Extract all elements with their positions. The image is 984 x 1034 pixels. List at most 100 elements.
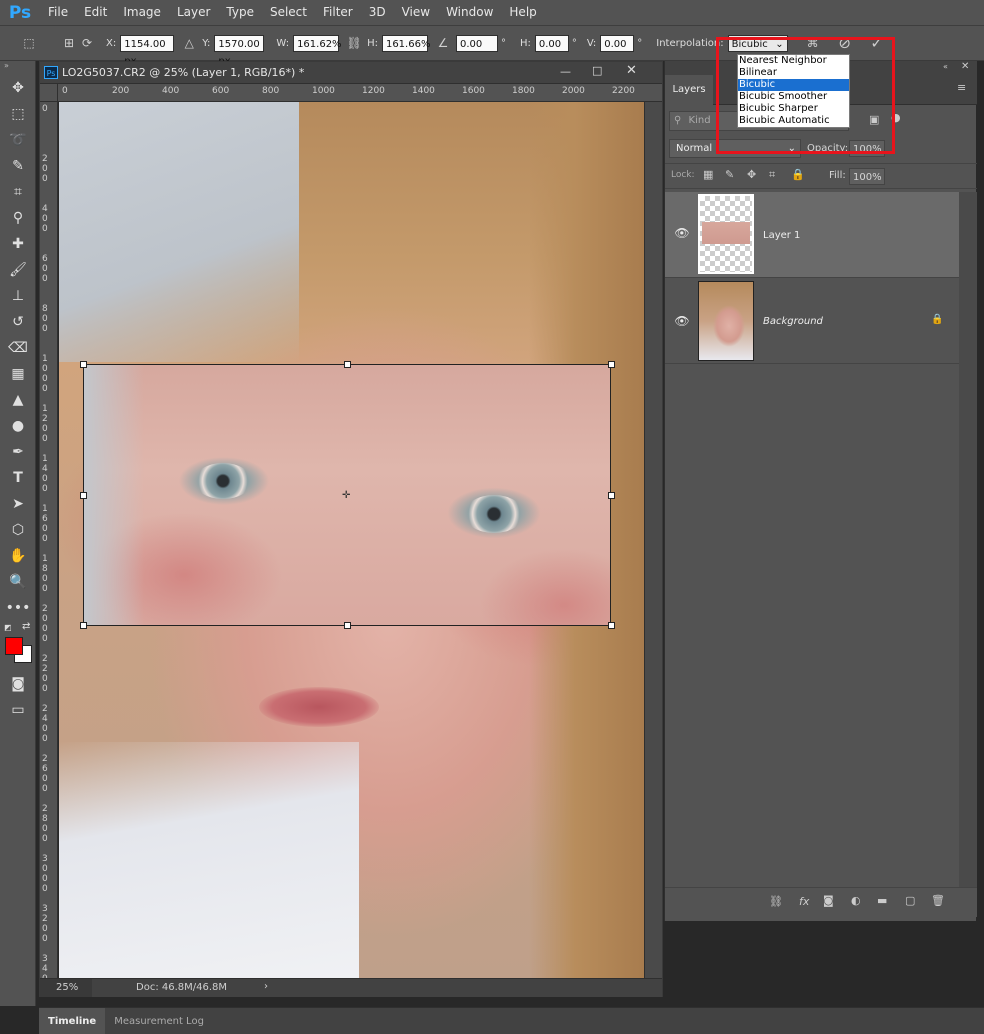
menu-layer[interactable]: Layer xyxy=(169,0,218,25)
w-input[interactable]: 161.62% xyxy=(293,34,342,52)
menu-select[interactable]: Select xyxy=(262,0,315,25)
screen-mode-icon[interactable]: ▭ xyxy=(0,697,36,723)
interp-option-bicubic-smoother[interactable]: Bicubic Smoother xyxy=(738,91,849,103)
brush-tool-icon[interactable]: 🖌 xyxy=(0,257,36,283)
history-brush-tool-icon[interactable]: ↺ xyxy=(0,309,36,335)
hand-tool-icon[interactable]: ✋ xyxy=(0,543,36,569)
pen-tool-icon[interactable]: ✒ xyxy=(0,439,36,465)
transform-handle-top-left[interactable] xyxy=(80,361,87,368)
y-input[interactable]: 1570.00 px xyxy=(214,34,265,67)
lock-icon[interactable]: 🔒 xyxy=(931,314,943,325)
transform-center-icon[interactable]: ✛ xyxy=(342,490,350,501)
tab-measurement-log[interactable]: Measurement Log xyxy=(105,1008,213,1034)
hskew-input[interactable]: 0.00 xyxy=(534,34,569,52)
toolbar-collapse-icon[interactable]: » xyxy=(0,61,35,75)
interpolation-select[interactable]: Bicubic ⌄ xyxy=(727,34,788,52)
visibility-eye-icon[interactable]: 👁 xyxy=(673,314,691,328)
commit-transform-icon[interactable]: ✓ xyxy=(868,34,886,52)
angle-input[interactable]: 0.00 xyxy=(455,34,498,52)
panel-close-icon[interactable]: ✕ xyxy=(961,61,969,72)
image-canvas[interactable]: ✛ xyxy=(59,102,644,978)
menu-filter[interactable]: Filter xyxy=(315,0,361,25)
close-icon[interactable]: ✕ xyxy=(626,63,637,78)
interp-option-nearest-neighbor[interactable]: Nearest Neighbor xyxy=(738,55,849,67)
vskew-input[interactable]: 0.00 xyxy=(600,34,635,52)
gradient-tool-icon[interactable]: ▦ xyxy=(0,361,36,387)
quick-mask-icon[interactable]: ◙ xyxy=(0,671,36,697)
document-tab[interactable]: Ps LO2G5037.CR2 @ 25% (Layer 1, RGB/16*)… xyxy=(40,62,662,84)
blur-tool-icon[interactable]: ▲ xyxy=(0,387,36,413)
crop-tool-icon[interactable]: ⌗ xyxy=(0,179,36,205)
maximize-icon[interactable]: □ xyxy=(592,64,602,77)
panel-scrollbar[interactable] xyxy=(959,192,977,887)
visibility-eye-icon[interactable]: 👁 xyxy=(673,226,691,240)
clone-stamp-tool-icon[interactable]: ⊥ xyxy=(0,283,36,309)
lock-transparency-icon[interactable]: ▦ xyxy=(703,168,713,181)
reference-toggle-icon[interactable]: ⟳ xyxy=(78,36,96,50)
ruler-vertical[interactable]: 0 2 0 0 4 0 0 6 0 0 8 0 0 1 0 0 0 1 2 0 0 1 4 0… xyxy=(40,102,58,994)
menu-view[interactable]: View xyxy=(394,0,438,25)
transform-handle-middle-right[interactable] xyxy=(608,492,615,499)
x-input[interactable]: 1154.00 px xyxy=(120,34,175,67)
interp-option-bicubic-sharper[interactable]: Bicubic Sharper xyxy=(738,103,849,115)
link-proportions-icon[interactable]: ⛓ xyxy=(345,36,363,50)
panel-menu-icon[interactable]: ≡ xyxy=(957,81,966,94)
eyedropper-tool-icon[interactable]: ⚲ xyxy=(0,205,36,231)
filter-smart-object-icon[interactable]: ▣ xyxy=(869,113,879,126)
lasso-tool-icon[interactable]: ➰ xyxy=(0,127,36,153)
ruler-origin[interactable] xyxy=(40,84,58,102)
lock-pixels-icon[interactable]: ✎ xyxy=(725,168,734,181)
move-tool-icon[interactable]: ✥ xyxy=(0,75,36,101)
zoom-level[interactable]: 25% xyxy=(40,979,92,997)
h-input[interactable]: 161.66% xyxy=(381,34,430,52)
default-colors-icon[interactable]: ◩ xyxy=(4,623,12,632)
marquee-tool-icon[interactable]: ⬚ xyxy=(0,101,36,127)
type-tool-icon[interactable]: T xyxy=(0,465,36,491)
blend-mode-select[interactable]: Normal ⌄ xyxy=(669,139,801,158)
menu-edit[interactable]: Edit xyxy=(76,0,115,25)
lock-artboard-icon[interactable]: ⌗ xyxy=(769,168,775,182)
cancel-transform-icon[interactable]: ⊘ xyxy=(836,34,854,52)
menu-image[interactable]: Image xyxy=(115,0,169,25)
delete-layer-icon[interactable]: 🗑 xyxy=(931,894,945,907)
transform-handle-top-middle[interactable] xyxy=(344,361,351,368)
layer-row-background[interactable]: 👁 Background 🔒 xyxy=(665,278,959,364)
new-layer-icon[interactable]: ▢ xyxy=(905,894,915,907)
transformed-layer-1[interactable]: ✛ xyxy=(83,364,611,626)
transform-handle-top-right[interactable] xyxy=(608,361,615,368)
menu-window[interactable]: Window xyxy=(438,0,501,25)
foreground-color-swatch[interactable] xyxy=(5,637,23,655)
link-layers-icon[interactable]: ⛓ xyxy=(769,895,783,908)
new-group-icon[interactable]: ▬ xyxy=(877,894,887,907)
vertical-scrollbar[interactable] xyxy=(644,102,662,978)
filter-toggle-icon[interactable]: ● xyxy=(891,111,901,124)
eraser-tool-icon[interactable]: ⌫ xyxy=(0,335,36,361)
status-menu-arrow-icon[interactable]: › xyxy=(264,981,268,992)
adjustment-layer-icon[interactable]: ◐ xyxy=(851,894,861,907)
healing-brush-tool-icon[interactable]: ✚ xyxy=(0,231,36,257)
reference-point-icon[interactable]: ⊞ xyxy=(60,36,78,50)
more-tools-icon[interactable]: ••• xyxy=(0,595,36,621)
menu-help[interactable]: Help xyxy=(501,0,544,25)
transform-handle-bottom-left[interactable] xyxy=(80,622,87,629)
transform-handle-middle-left[interactable] xyxy=(80,492,87,499)
lock-position-icon[interactable]: ✥ xyxy=(747,168,756,181)
layer-name[interactable]: Layer 1 xyxy=(763,230,800,241)
dodge-tool-icon[interactable]: ● xyxy=(0,413,36,439)
zoom-tool-icon[interactable]: 🔍 xyxy=(0,569,36,595)
minimize-icon[interactable]: — xyxy=(560,65,571,78)
tab-layers[interactable]: Layers xyxy=(665,75,713,105)
path-selection-tool-icon[interactable]: ➤ xyxy=(0,491,36,517)
tab-timeline[interactable]: Timeline xyxy=(39,1007,106,1034)
layer-row-layer-1[interactable]: 👁 Layer 1 xyxy=(665,192,959,278)
interp-option-bicubic-automatic[interactable]: Bicubic Automatic xyxy=(738,115,849,127)
add-mask-icon[interactable]: ◙ xyxy=(823,894,834,907)
ruler-horizontal[interactable]: 0 200 400 600 800 1000 1200 1400 1600 18… xyxy=(58,84,662,102)
delta-icon[interactable]: △ xyxy=(180,36,198,50)
interp-option-bilinear[interactable]: Bilinear xyxy=(738,67,849,79)
fill-input[interactable]: 100% xyxy=(849,168,885,185)
menu-3d[interactable]: 3D xyxy=(361,0,394,25)
transform-handle-bottom-middle[interactable] xyxy=(344,622,351,629)
transform-handle-bottom-right[interactable] xyxy=(608,622,615,629)
panel-collapse-icon[interactable]: « xyxy=(943,62,948,71)
